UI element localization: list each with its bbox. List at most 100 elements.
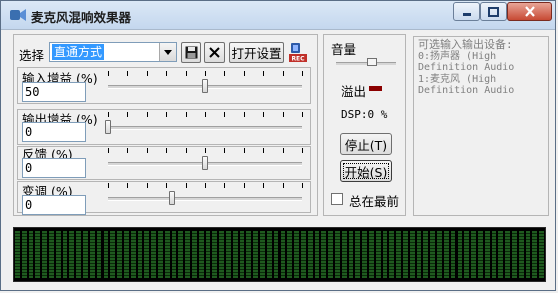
feedback-field[interactable]: 0 (22, 158, 86, 178)
pitch-slider[interactable] (104, 183, 306, 209)
minimize-button[interactable] (453, 2, 480, 21)
meter-bar (437, 231, 442, 278)
meter-bar (409, 231, 415, 278)
slider-thumb[interactable] (169, 191, 176, 205)
meter-bar (198, 231, 204, 278)
meter-bar (525, 231, 531, 278)
meter-bar (246, 231, 252, 278)
volume-slider-track (336, 62, 396, 65)
maximize-button[interactable] (480, 2, 507, 21)
meter-bar (423, 231, 429, 278)
meter-bar (232, 231, 238, 278)
slider-tick (127, 112, 129, 117)
output-gain-slider[interactable] (104, 112, 306, 138)
slider-tick (166, 183, 168, 188)
meter-bar (253, 231, 259, 278)
meter-bar (103, 231, 109, 278)
overflow-label: 溢出 (341, 84, 367, 99)
slider-tick (282, 71, 284, 76)
meter-bar (321, 231, 327, 278)
slider-tick (185, 112, 187, 117)
slider-tick (127, 148, 129, 153)
input-gain-field[interactable]: 50 (22, 82, 86, 102)
slider-tick (146, 71, 148, 76)
slider-tick (243, 112, 245, 117)
meter-bar (348, 231, 354, 278)
slider-tick (166, 71, 168, 76)
meter-bar (511, 231, 517, 278)
input-gain-slider[interactable] (104, 71, 306, 97)
meter-bar (287, 231, 293, 278)
delete-icon (209, 47, 220, 58)
meter-bar (341, 231, 347, 278)
meter-bar (491, 231, 497, 278)
overflow-led (369, 86, 382, 91)
start-button[interactable]: 开始(S) (340, 160, 392, 182)
slider-tick (108, 148, 109, 153)
slider-track (108, 197, 302, 201)
delete-button[interactable] (204, 42, 225, 63)
slider-tick (243, 183, 245, 188)
meter-bar (130, 231, 136, 278)
meter-bar (300, 231, 306, 278)
slider-tick (185, 148, 187, 153)
meter-bar (539, 231, 544, 278)
maximize-icon (488, 6, 499, 17)
save-icon (185, 46, 197, 59)
slider-tick (302, 148, 303, 153)
slider-tick (185, 183, 187, 188)
slider-thumb[interactable] (105, 120, 111, 134)
meter-bar (355, 231, 361, 278)
select-dropdown-button[interactable] (159, 43, 176, 61)
meter-bar (450, 231, 456, 278)
minimize-icon (462, 12, 471, 16)
stop-button-label: 停止(T) (344, 137, 388, 153)
slider-tick (282, 183, 284, 188)
slider-tick (127, 71, 129, 76)
meter-bar (144, 231, 150, 278)
dsp-usage-text: DSP:0 % (341, 108, 388, 121)
meter-bar (55, 231, 61, 278)
meter-bar (518, 231, 524, 278)
output-gain-field[interactable]: 0 (22, 122, 86, 142)
topmost-checkbox[interactable] (331, 193, 343, 205)
slider-thumb[interactable] (202, 79, 208, 93)
preset-select-value: 直通方式 (52, 44, 105, 60)
app-icon (10, 9, 26, 21)
pitch-field[interactable]: 0 (22, 195, 86, 215)
slider-tick (243, 148, 245, 153)
device-info-box: 可选输入输出设备: 0:扬声器 (High Definition Audio 1… (413, 36, 549, 216)
meter-bar (69, 231, 75, 278)
close-button[interactable] (507, 2, 552, 21)
slider-tick (302, 71, 303, 76)
slider-tick (224, 183, 226, 188)
preset-select[interactable]: 直通方式 (49, 42, 177, 62)
meter-bar (464, 231, 470, 278)
meter-bar (21, 231, 27, 278)
slider-tick (185, 71, 187, 76)
meter-bar (192, 231, 197, 278)
meter-bar (117, 231, 122, 278)
open-settings-button[interactable]: 打开设置 (229, 42, 284, 63)
volume-slider[interactable] (336, 57, 396, 69)
info-line: 可选输入输出设备: (418, 38, 513, 51)
slider-tick (282, 148, 284, 153)
meter-bar (362, 231, 367, 278)
stop-button[interactable]: 停止(T) (340, 133, 392, 155)
slider-tick (224, 148, 226, 153)
rec-icon[interactable]: REC (288, 42, 308, 63)
feedback-slider[interactable] (104, 148, 306, 174)
meter-bar (185, 231, 190, 278)
meter-bar (76, 231, 82, 278)
slider-thumb[interactable] (202, 156, 208, 170)
title-bar[interactable]: 麦克风混响效果器 (1, 1, 555, 30)
meter-bar (471, 231, 476, 278)
meter-bar (294, 231, 299, 278)
volume-slider-thumb[interactable] (367, 58, 377, 66)
meter-bar (260, 231, 265, 278)
meter-bar (389, 231, 395, 278)
meter-bar (328, 231, 333, 278)
meter-bar (28, 231, 34, 278)
save-button[interactable] (181, 42, 201, 63)
info-line: Definition Audio (418, 62, 515, 73)
